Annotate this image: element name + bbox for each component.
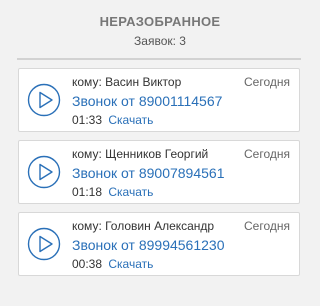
call-card: кому: Головин Александр Сегодня Звонок о… <box>18 212 300 276</box>
call-list: кому: Васин Виктор Сегодня Звонок от 890… <box>18 68 300 284</box>
call-duration: 00:38 <box>72 257 103 271</box>
download-link[interactable]: Скачать <box>108 257 153 271</box>
call-date: Сегодня <box>244 147 290 161</box>
call-duration: 01:33 <box>72 113 103 127</box>
call-date: Сегодня <box>244 219 290 233</box>
call-recipient: кому: Васин Виктор <box>72 75 182 89</box>
call-meta: 00:38 Скачать <box>72 257 153 271</box>
play-icon[interactable] <box>27 155 61 189</box>
request-count: Заявок: 3 <box>134 34 186 48</box>
download-link[interactable]: Скачать <box>108 185 153 199</box>
call-link[interactable]: Звонок от 89994561230 <box>72 237 224 254</box>
panel-header: НЕРАЗОБРАННОЕ Заявок: 3 <box>0 0 320 49</box>
call-date: Сегодня <box>244 75 290 89</box>
call-recipient: кому: Щенников Георгий <box>72 147 209 161</box>
call-duration: 01:18 <box>72 185 103 199</box>
call-link[interactable]: Звонок от 89007894561 <box>72 165 224 182</box>
call-card: кому: Васин Виктор Сегодня Звонок от 890… <box>18 68 300 132</box>
panel-title: НЕРАЗОБРАННОЕ <box>99 14 221 29</box>
call-card: кому: Щенников Георгий Сегодня Звонок от… <box>18 140 300 204</box>
call-meta: 01:33 Скачать <box>72 113 153 127</box>
download-link[interactable]: Скачать <box>108 113 153 127</box>
call-meta: 01:18 Скачать <box>72 185 153 199</box>
play-icon[interactable] <box>27 83 61 117</box>
call-recipient: кому: Головин Александр <box>72 219 215 233</box>
play-icon[interactable] <box>27 227 61 261</box>
unsorted-panel: НЕРАЗОБРАННОЕ Заявок: 3 кому: Васин Викт… <box>0 0 320 306</box>
call-link[interactable]: Звонок от 89001114567 <box>72 93 222 110</box>
header-divider <box>17 58 301 60</box>
